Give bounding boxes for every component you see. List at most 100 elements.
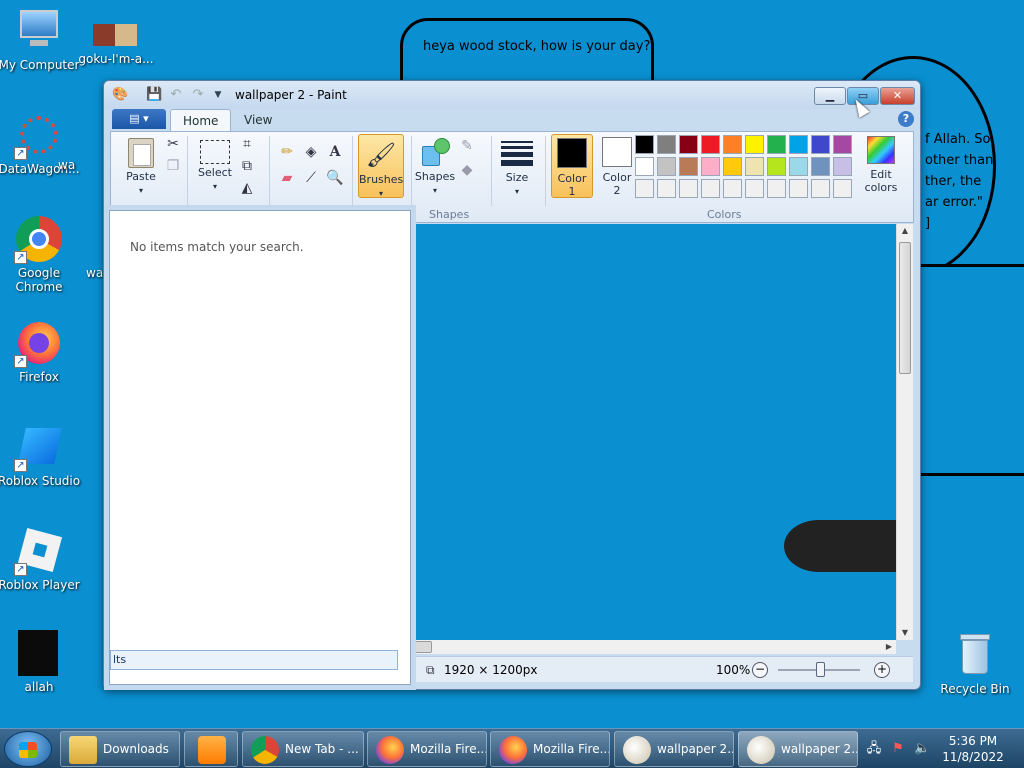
- customize-toolbar-icon[interactable]: ▼: [210, 87, 226, 103]
- paint-menu-button[interactable]: ▤ ▾: [112, 109, 166, 129]
- palette-swatch[interactable]: [811, 157, 830, 176]
- select-button[interactable]: Select ▾: [193, 140, 237, 193]
- color-picker-icon[interactable]: ⟋: [301, 168, 321, 188]
- color2-button[interactable]: Color 2: [597, 134, 637, 198]
- pencil-icon[interactable]: ✏: [277, 142, 297, 162]
- system-clock[interactable]: 5:36 PM 11/8/2022: [938, 733, 1008, 765]
- scroll-down-icon[interactable]: ▼: [897, 626, 913, 640]
- palette-swatch[interactable]: [833, 179, 852, 198]
- save-icon[interactable]: 💾: [146, 87, 162, 103]
- palette-swatch[interactable]: [635, 179, 654, 198]
- palette-swatch[interactable]: [789, 179, 808, 198]
- shapes-button[interactable]: Shapes ▾: [413, 138, 457, 197]
- undo-icon[interactable]: ↶: [168, 87, 184, 103]
- taskbar-item-paint-1[interactable]: wallpaper 2...: [614, 731, 734, 767]
- brushes-button[interactable]: 🖌 Brushes ▾: [358, 134, 404, 198]
- palette-swatch[interactable]: [811, 179, 830, 198]
- start-button[interactable]: [4, 731, 52, 767]
- title-bar[interactable]: 🎨 💾 ↶ ↷ ▼ wallpaper 2 - Paint ▁ ▭ ✕: [104, 81, 920, 109]
- crop-icon[interactable]: ⌗: [237, 134, 257, 154]
- desktop-icon-partial[interactable]: wa: [58, 158, 108, 172]
- zoom-slider-thumb[interactable]: [816, 662, 825, 677]
- desktop-icon-roblox-studio[interactable]: ↗ Roblox Studio: [0, 424, 81, 488]
- vertical-scroll-thumb[interactable]: [899, 242, 911, 374]
- fill-icon[interactable]: ◆: [457, 160, 477, 180]
- tab-view[interactable]: View: [232, 109, 284, 131]
- redo-icon[interactable]: ↷: [190, 87, 206, 103]
- desktop-icon-firefox[interactable]: ↗ Firefox: [0, 320, 81, 384]
- palette-swatch[interactable]: [657, 157, 676, 176]
- tab-home[interactable]: Home: [170, 109, 232, 131]
- vertical-scrollbar[interactable]: ▲ ▼: [896, 224, 913, 640]
- palette-swatch[interactable]: [745, 179, 764, 198]
- desktop-icon-recycle-bin[interactable]: Recycle Bin: [933, 632, 1017, 696]
- palette-swatch[interactable]: [679, 135, 698, 154]
- palette-swatch[interactable]: [679, 179, 698, 198]
- help-icon[interactable]: ?: [898, 111, 914, 127]
- media-player-icon: [198, 736, 226, 764]
- desktop-icon-goku[interactable]: goku-I'm-a...: [74, 20, 158, 66]
- desktop-icon-roblox-player[interactable]: ↗ Roblox Player: [0, 527, 81, 592]
- copy-icon[interactable]: ❐: [163, 156, 183, 176]
- palette-swatch[interactable]: [789, 157, 808, 176]
- minimize-button[interactable]: ▁: [814, 87, 846, 105]
- network-icon[interactable]: 🖧: [866, 741, 882, 757]
- palette-swatch[interactable]: [701, 179, 720, 198]
- action-center-icon[interactable]: ⚑: [890, 741, 906, 757]
- outline-icon[interactable]: ✎: [457, 136, 477, 156]
- palette-swatch[interactable]: [767, 135, 786, 154]
- desktop-icon-google-chrome[interactable]: ↗ Google Chrome: [0, 216, 81, 294]
- scroll-up-icon[interactable]: ▲: [897, 224, 913, 238]
- text-tool-icon[interactable]: A: [325, 142, 345, 162]
- palette-swatch[interactable]: [723, 157, 742, 176]
- horizontal-scroll-thumb[interactable]: [410, 641, 432, 653]
- palette-swatch[interactable]: [789, 135, 808, 154]
- window-title: wallpaper 2 - Paint: [235, 88, 347, 102]
- palette-swatch[interactable]: [657, 135, 676, 154]
- palette-swatch[interactable]: [701, 135, 720, 154]
- scroll-right-icon[interactable]: ▶: [886, 640, 892, 654]
- palette-swatch[interactable]: [745, 135, 764, 154]
- taskbar-item-media-player[interactable]: [184, 731, 238, 767]
- palette-swatch[interactable]: [701, 157, 720, 176]
- taskbar-item-firefox-2[interactable]: Mozilla Fire...: [490, 731, 610, 767]
- fill-bucket-icon[interactable]: ◈: [301, 142, 321, 162]
- paint-app-icon[interactable]: 🎨: [112, 87, 128, 103]
- close-button[interactable]: ✕: [880, 87, 915, 105]
- cut-icon[interactable]: ✂: [163, 134, 183, 154]
- palette-swatch[interactable]: [833, 135, 852, 154]
- size-button[interactable]: Size ▾: [497, 138, 537, 198]
- drawing-canvas[interactable]: [410, 224, 896, 640]
- rotate-icon[interactable]: ◭: [237, 178, 257, 198]
- palette-swatch[interactable]: [811, 135, 830, 154]
- palette-swatch[interactable]: [679, 157, 698, 176]
- zoom-in-button[interactable]: +: [874, 662, 890, 678]
- folder-icon: [69, 736, 97, 764]
- taskbar-item-chrome[interactable]: New Tab - ...: [242, 731, 364, 767]
- see-more-results-bar[interactable]: lts: [110, 650, 398, 670]
- desktop-icon-my-computer[interactable]: My Computer: [0, 8, 81, 72]
- palette-swatch[interactable]: [767, 157, 786, 176]
- palette-swatch[interactable]: [745, 157, 764, 176]
- taskbar-item-firefox-1[interactable]: Mozilla Fire...: [367, 731, 487, 767]
- color1-button[interactable]: Color 1: [551, 134, 593, 198]
- palette-swatch[interactable]: [723, 179, 742, 198]
- palette-swatch[interactable]: [657, 179, 676, 198]
- volume-icon[interactable]: 🔈: [914, 741, 930, 757]
- edit-colors-button[interactable]: Edit colors: [859, 136, 903, 194]
- palette-swatch[interactable]: [635, 157, 654, 176]
- zoom-out-button[interactable]: −: [752, 662, 768, 678]
- resize-icon[interactable]: ⧉: [237, 156, 257, 176]
- taskbar-item-downloads[interactable]: Downloads: [60, 731, 180, 767]
- eraser-icon[interactable]: ▰: [277, 168, 297, 188]
- palette-swatch[interactable]: [635, 135, 654, 154]
- palette-swatch[interactable]: [833, 157, 852, 176]
- horizontal-scrollbar[interactable]: ▶: [410, 640, 896, 654]
- recycle-bin-icon: [952, 632, 998, 678]
- palette-swatch[interactable]: [723, 135, 742, 154]
- magnifier-icon[interactable]: 🔍: [325, 168, 345, 188]
- palette-swatch[interactable]: [767, 179, 786, 198]
- desktop-icon-allah[interactable]: allah: [0, 630, 81, 694]
- taskbar-item-paint-2[interactable]: wallpaper 2...: [738, 731, 858, 767]
- paste-button[interactable]: Paste ▾: [119, 138, 163, 197]
